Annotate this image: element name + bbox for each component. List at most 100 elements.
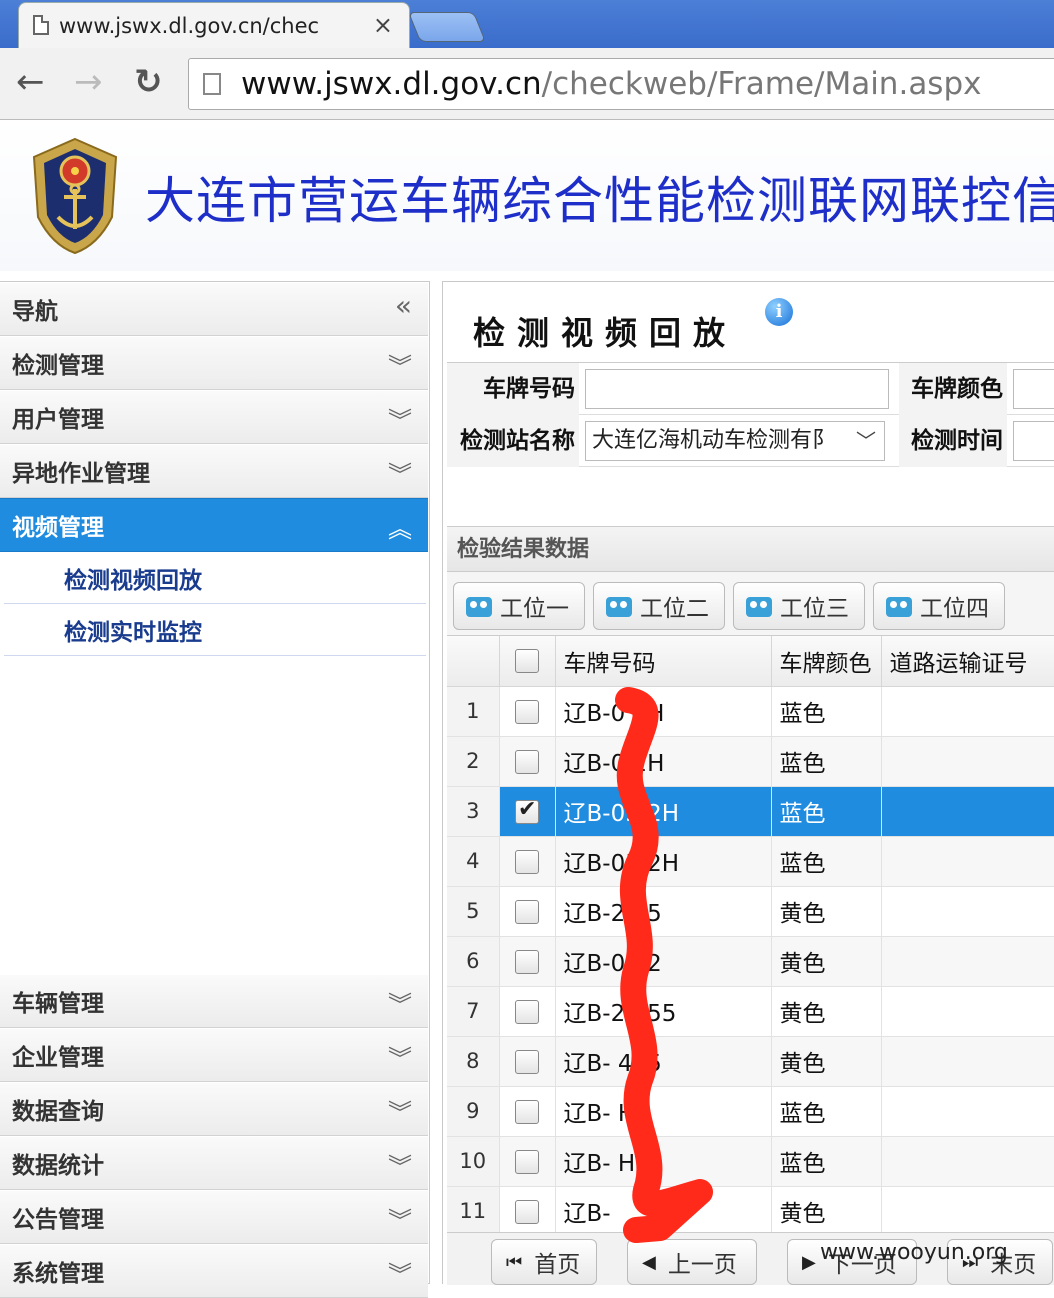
sidebar-group-label: 用户管理 [12,407,104,433]
sidebar-group-label: 数据查询 [12,1099,104,1125]
prev-page-button[interactable]: ◀ 上一页 [627,1239,757,1285]
expand-double-down-icon: ︾ [388,991,412,1019]
address-domain: www.jswx.dl.gov.cn [241,66,542,102]
row-checkbox[interactable] [515,797,539,824]
row-checkbox[interactable] [515,699,539,724]
table-row[interactable]: 6 辽B-0 12 黄色 [447,936,1054,987]
first-page-button[interactable]: ⏮ 首页 [491,1239,597,1285]
table-row[interactable]: 4 辽B-05 2H 蓝色 [447,836,1054,887]
row-select-cell [499,1086,556,1137]
select-all-checkbox[interactable] [515,649,539,674]
sidebar-nav-title: 导航 [12,299,58,325]
row-checkbox[interactable] [515,849,539,874]
expand-double-down-icon: ︾ [388,353,412,381]
plate-color-cell: 黄色 [771,986,882,1037]
station-select[interactable]: 大连亿海机动车检测有阝 ﹀ [585,421,885,461]
new-tab-button[interactable] [407,12,487,42]
station-2-button[interactable]: 工位二 [593,582,725,630]
tab-title: www.jswx.dl.gov.cn/chec [59,13,320,38]
sidebar-group-video[interactable]: 视频管理 ︽ [0,498,428,552]
sidebar-group-stats[interactable]: 数据统计 ︾ [0,1136,428,1190]
row-checkbox[interactable] [515,1149,539,1174]
table-row[interactable]: 1 辽B-0 2H 蓝色 [447,686,1054,737]
station-selected-value: 大连亿海机动车检测有阝 [592,428,835,453]
row-number: 2 [447,736,500,787]
inspection-time-input[interactable] [1013,421,1054,461]
tab-close-icon[interactable]: × [373,11,393,39]
site-banner: 大连市营运车辆综合性能检测联网联控信 [0,121,1054,271]
address-bar[interactable]: www.jswx.dl.gov.cn/checkweb/Frame/Main.a… [188,58,1054,110]
table-row[interactable]: 8 辽B- 455 黄色 [447,1036,1054,1087]
sidebar-group-remote-ops[interactable]: 异地作业管理 ︾ [0,444,428,498]
watermark: www.wooyun.org [820,1240,1008,1265]
table-row[interactable]: 3 辽B-05 2H蓝色 [447,786,1054,837]
row-number: 10 [447,1136,500,1187]
plate-number-cell: 辽B- [555,1186,772,1237]
plate-number-cell: 辽B- 455 [555,1036,772,1087]
row-checkbox[interactable] [515,949,539,974]
grid-title: 检验结果数据 [447,526,1054,572]
table-row[interactable]: 2 辽B-0 2H 蓝色 [447,736,1054,787]
sidebar-group-notices[interactable]: 公告管理 ︾ [0,1190,428,1244]
row-checkbox[interactable] [515,1199,539,1224]
button-label: 首页 [534,1252,581,1278]
table-row[interactable]: 9 辽B- H 蓝色 [447,1086,1054,1137]
row-select-cell [499,1186,556,1237]
table-row[interactable]: 10 辽B- H 蓝色 [447,1136,1054,1187]
plate-color-cell: 蓝色 [771,786,882,837]
row-checkbox[interactable] [515,1099,539,1124]
row-number: 7 [447,986,500,1037]
expand-double-down-icon: ︾ [388,407,412,435]
filter-form: 车牌号码 车牌颜色 检测站名称 大连亿海机动车检测有阝 ﹀ 检测时间 [447,362,1054,522]
station-1-button[interactable]: 工位一 [453,582,585,630]
results-table: 车牌号码 车牌颜色 道路运输证号 1辽B-0 2H蓝色2辽B-0 2H蓝色3辽B… [447,636,1054,1237]
plate-color-select[interactable] [1013,369,1054,409]
page-title: 检测视频回放 [473,314,738,352]
row-select-cell [499,786,556,837]
table-row[interactable]: 7 辽B-2 455 黄色 [447,986,1054,1037]
sidebar-group-vehicles[interactable]: 车辆管理 ︾ [0,974,428,1028]
row-number: 5 [447,886,500,937]
sidebar-item-video-playback[interactable]: 检测视频回放 [4,552,426,604]
emblem-icon [32,137,118,255]
back-arrow-icon[interactable]: ← [16,62,45,102]
sidebar-group-enterprise[interactable]: 企业管理 ︾ [0,1028,428,1082]
button-label: 工位四 [920,596,989,622]
camera-icon [746,597,772,617]
row-checkbox[interactable] [515,899,539,924]
sidebar-group-query[interactable]: 数据查询 ︾ [0,1082,428,1136]
camera-icon [466,597,492,617]
sidebar-group-inspection[interactable]: 检测管理 ︾ [0,336,428,390]
grid-toolbar: 工位一 工位二 工位三 工位四 [447,572,1054,636]
station-4-button[interactable]: 工位四 [873,582,1005,630]
chevron-down-icon: ﹀ [856,429,876,453]
sidebar-item-live-monitor[interactable]: 检测实时监控 [4,604,426,656]
column-header-plate[interactable]: 车牌号码 [555,636,772,687]
table-row[interactable]: 11 辽B- 黄色 [447,1186,1054,1237]
station-label: 检测站名称 [447,415,579,467]
forward-arrow-icon[interactable]: → [74,62,103,102]
plate-color-cell: 黄色 [771,886,882,937]
expand-double-down-icon: ︾ [388,1045,412,1073]
table-row[interactable]: 5 辽B-2 55 黄色 [447,886,1054,937]
plate-input[interactable] [585,369,889,409]
collapse-double-left-icon[interactable]: « [395,289,412,322]
info-icon[interactable]: i [765,298,793,326]
sidebar-group-users[interactable]: 用户管理 ︾ [0,390,428,444]
browser-tab[interactable]: www.jswx.dl.gov.cn/chec × [18,2,410,48]
column-header-transport-permit[interactable]: 道路运输证号 [881,636,1054,687]
row-checkbox[interactable] [515,749,539,774]
browser-toolbar: ← → ↻ www.jswx.dl.gov.cn/checkweb/Frame/… [0,48,1054,120]
transport-permit-cell [881,1136,1054,1187]
sidebar-item-label: 检测视频回放 [64,567,202,594]
transport-permit-cell [881,1086,1054,1137]
reload-icon[interactable]: ↻ [134,62,163,102]
column-header-color[interactable]: 车牌颜色 [771,636,882,687]
row-checkbox[interactable] [515,1049,539,1074]
row-select-cell [499,986,556,1037]
sidebar-group-label: 检测管理 [12,353,104,379]
station-3-button[interactable]: 工位三 [733,582,865,630]
plate-color-cell: 蓝色 [771,686,882,737]
row-checkbox[interactable] [515,999,539,1024]
sidebar-group-system[interactable]: 系统管理 ︾ [0,1244,428,1298]
